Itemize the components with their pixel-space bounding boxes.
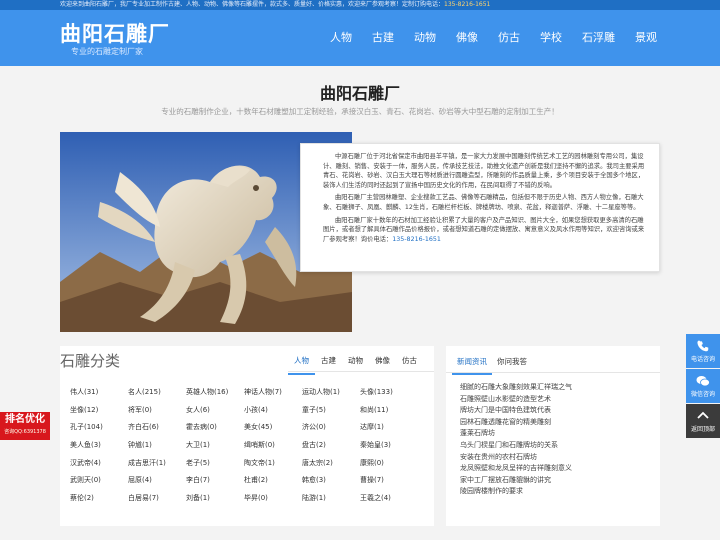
category-item[interactable]: 武则天(0) (70, 474, 128, 486)
news-item[interactable]: 家中工厂摆放石雕貔貅的讲究 (460, 475, 656, 487)
category-divider (288, 371, 434, 372)
category-item[interactable]: 头像(133) (360, 386, 418, 398)
category-item[interactable]: 成吉思汗(1) (128, 457, 186, 469)
main-nav: 人物 古建 动物 佛像 仿古 学校 石浮雕 景观 (330, 10, 677, 66)
back-to-top-label: 返回顶部 (690, 426, 715, 433)
nav-item-foxiang[interactable]: 佛像 (456, 10, 478, 66)
category-item[interactable]: 孔子(104) (70, 421, 128, 433)
category-item[interactable]: 韩愈(3) (302, 474, 360, 486)
intro-paragraph-1: 中源石雕厂位于河北省保定市曲阳县羊平镇，是一家大力发展中国雕刻传统艺术工艺的园林… (323, 153, 645, 189)
category-item[interactable]: 和尚(11) (360, 404, 418, 416)
category-item[interactable]: 杜甫(2) (244, 474, 302, 486)
category-item[interactable]: 康熙(0) (360, 457, 418, 469)
category-item[interactable]: 大卫(1) (186, 439, 244, 451)
phone-consult-label: 电话咨询 (690, 356, 715, 363)
category-item[interactable]: 毕昇(0) (244, 492, 302, 504)
news-item[interactable]: 蓬莱石牌坊 (460, 428, 656, 440)
intro-paragraph-3: 曲阳石雕厂家十数年的石材加工经验让积累了大量的客户及产品知识、图片大全，如果您想… (323, 216, 649, 245)
category-item[interactable]: 蔡伦(2) (70, 492, 128, 504)
intro-paragraph-3-text: 曲阳石雕厂家十数年的石材加工经验让积累了大量的客户及产品知识、图片大全，如果您想… (323, 216, 645, 243)
category-heading: 石雕分类 (60, 352, 121, 370)
badge-title: 排名优化 (5, 414, 45, 425)
hero-subtitle: 专业的石雕制作企业，十数年石材雕塑加工定制经验，承接汉白玉、青石、花岗岩、砂岩等… (161, 107, 559, 116)
top-notice-bar: 欢迎来到曲阳石雕厂，我厂专业加工制作古建、人物、动物、佛像等石雕摆件，款式多、质… (0, 0, 720, 10)
wechat-consult-label: 微信咨询 (690, 391, 715, 398)
intro-phone[interactable]: 135-8216-1651 (392, 236, 441, 243)
wechat-consult-button[interactable]: 微信咨询 (686, 369, 720, 403)
category-item[interactable]: 达摩(1) (360, 421, 418, 433)
category-item[interactable]: 盘古(2) (302, 439, 360, 451)
category-item[interactable]: 钟馗(1) (128, 439, 186, 451)
category-item[interactable]: 将军(0) (128, 404, 186, 416)
category-item[interactable]: 曹操(7) (360, 474, 418, 486)
site-logo[interactable]: 曲阳石雕厂 (60, 18, 170, 48)
category-item[interactable]: 老子(5) (186, 457, 244, 469)
back-to-top-icon (686, 410, 720, 424)
wechat-icon (686, 375, 720, 389)
category-item[interactable]: 秦始皇(3) (360, 439, 418, 451)
category-item[interactable]: 白居易(7) (128, 492, 186, 504)
seo-ranking-badge[interactable]: 排名优化 咨询QQ:6391378 (0, 412, 50, 440)
floating-sidebar: 电话咨询 微信咨询 返回顶部 (686, 334, 720, 439)
category-item[interactable]: 齐白石(6) (128, 421, 186, 433)
category-item[interactable]: 缉哨斯(0) (244, 439, 302, 451)
news-item[interactable]: 牌坊大门是中国特色建筑代表 (460, 405, 656, 417)
category-item[interactable]: 李白(7) (186, 474, 244, 486)
news-panel: 新闻资讯 你问我答 细腻的石雕大象雕刻效果汇祥瑞之气 石雕照壁山水影壁的造型艺术牌… (446, 346, 660, 526)
nav-item-xuexiao[interactable]: 学校 (540, 10, 562, 66)
news-item[interactable]: 陵园牌楼制作的要求 (460, 486, 656, 498)
category-item[interactable]: 名人(215) (128, 386, 186, 398)
news-item[interactable]: 细腻的石雕大象雕刻效果汇祥瑞之气 (460, 382, 656, 394)
news-divider (446, 372, 660, 373)
site-slogan: 专业的石雕定制厂家 (71, 47, 143, 56)
category-item[interactable]: 童子(5) (302, 404, 360, 416)
category-item[interactable]: 小孩(4) (244, 404, 302, 416)
category-panel: 石雕分类 人物 古建 动物 佛像 仿古 伟人(31) 名人(215) 英雄人物(16… (60, 346, 434, 526)
news-list: 细腻的石雕大象雕刻效果汇祥瑞之气 石雕照壁山水影壁的造型艺术 牌坊大门是中国特色建筑… (460, 382, 656, 498)
category-item[interactable]: 伟人(31) (70, 386, 128, 398)
category-item[interactable]: 霍去病(0) (186, 421, 244, 433)
category-item[interactable]: 美人鱼(3) (70, 439, 128, 451)
hero-title: 曲阳石雕厂 (319, 84, 400, 103)
news-item[interactable]: 园林石雕透雕花窗的精美雕刻 (460, 417, 656, 429)
category-item[interactable]: 屈原(4) (128, 474, 186, 486)
category-item[interactable]: 英雄人物(16) (186, 386, 244, 398)
category-item[interactable]: 陆游(1) (302, 492, 360, 504)
category-item[interactable]: 刘备(1) (186, 492, 244, 504)
news-item[interactable]: 乌头门棂星门和石雕牌坊的关系 (460, 440, 656, 452)
intro-paragraph-2: 曲阳石雕厂主营园林雕塑、企业搜款工艺品、佛像等石雕精品，包括但不限于历史人物、西… (323, 194, 644, 211)
category-item[interactable]: 唐太宗(2) (302, 457, 360, 469)
news-item[interactable]: 龙凤照壁和龙凤呈祥的吉祥雕刻意义 (460, 463, 656, 475)
category-item[interactable]: 女人(6) (186, 404, 244, 416)
nav-item-gujian[interactable]: 古建 (372, 10, 394, 66)
phone-icon (686, 340, 720, 354)
badge-qq: 咨询QQ:6391378 (4, 429, 46, 435)
category-item[interactable]: 神话人物(7) (244, 386, 302, 398)
category-item[interactable]: 汉武帝(4) (70, 457, 128, 469)
top-notice-phone[interactable]: 135-8216-1651 (444, 1, 490, 8)
category-item[interactable]: 美女(45) (244, 421, 302, 433)
news-item[interactable]: 石雕照壁山水影壁的造型艺术 (460, 394, 656, 406)
category-item[interactable]: 陶文帝(1) (244, 457, 302, 469)
nav-item-dongwu[interactable]: 动物 (414, 10, 436, 66)
nav-item-renwu[interactable]: 人物 (330, 10, 352, 66)
phone-consult-button[interactable]: 电话咨询 (686, 334, 720, 368)
news-item[interactable]: 安装在贵州的农村石牌坊 (460, 452, 656, 464)
nav-item-shifudiao[interactable]: 石浮雕 (582, 10, 615, 66)
top-notice-text: 欢迎来到曲阳石雕厂，我厂专业加工制作古建、人物、动物、佛像等石雕摆件，款式多、质… (60, 1, 445, 8)
category-item[interactable]: 济公(0) (302, 421, 360, 433)
company-intro-box: 中源石雕厂位于河北省保定市曲阳县羊平镇，是一家大力发展中国雕刻传统艺术工艺的园林… (300, 143, 660, 272)
category-item[interactable]: 坐像(12) (70, 404, 128, 416)
category-item[interactable]: 王羲之(4) (360, 492, 418, 504)
back-to-top-button[interactable]: 返回顶部 (686, 404, 720, 438)
nav-item-fanggu[interactable]: 仿古 (498, 10, 520, 66)
nav-item-jingguan[interactable]: 景观 (635, 10, 657, 66)
category-grid: 伟人(31) 名人(215) 英雄人物(16) 神话人物(7) 运动人物(1) 头像(13… (70, 386, 430, 504)
site-header: 曲阳石雕厂 专业的石雕定制厂家 人物 古建 动物 佛像 仿古 学校 石浮雕 景观 (0, 10, 720, 66)
category-item[interactable]: 运动人物(1) (302, 386, 360, 398)
